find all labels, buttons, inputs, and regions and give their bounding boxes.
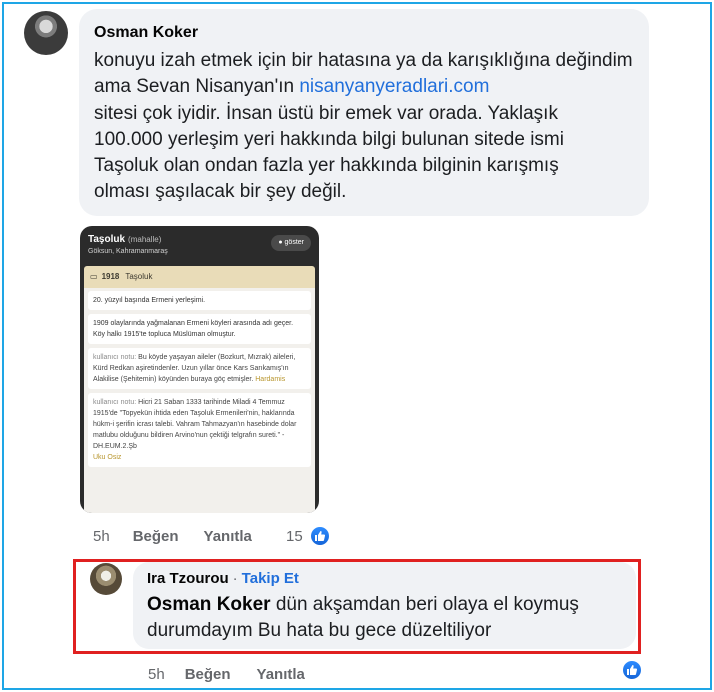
reply-text: Osman Koker dün akşamdan beri olaya el k… [147,592,624,644]
shot-year: 1918 [101,272,120,281]
reply-header: Ira Tzourou · Takip Et [147,569,624,589]
note-author: Uku Osiz [93,454,122,461]
shot-card: 1909 olaylarında yağmalanan Ermeni köyle… [88,314,311,344]
shot-title-tag: (mahalle) [128,235,162,244]
mention-link[interactable]: Osman Koker [147,594,271,615]
comment-actions: 5h Beğen Yanıtla [93,528,252,545]
note-author: Hardamis [255,376,286,383]
comment-bubble-osman: Osman Koker konuyu izah etmek için bir h… [79,9,649,216]
shot-year-name: Taşoluk [125,272,153,281]
shot-user-note: kullanıcı notu: Bu köyde yaşayan aileler… [88,348,311,389]
shot-title-text: Taşoluk [88,234,126,245]
note-label: kullanıcı notu: [93,354,137,361]
shot-show-label: göster [284,239,304,246]
book-icon: ▭ [90,272,98,281]
separator-dot: · [232,570,238,587]
comment-timestamp[interactable]: 5h [93,528,110,545]
reply-timestamp[interactable]: 5h [148,666,165,683]
reply-button[interactable]: Yanıtla [204,528,252,545]
like-reaction-icon[interactable] [621,659,643,681]
follow-button[interactable]: Takip Et [242,570,299,587]
reply-actions: 5h Beğen Yanıtla [148,666,305,683]
shot-body: 20. yüzyıl başında Ermeni yerleşimi. 190… [84,288,315,513]
shot-header: Taşoluk (mahalle) Göksun, Kahramanmaraş ●… [80,226,319,266]
like-reaction-icon[interactable] [309,525,331,547]
attached-screenshot[interactable]: Taşoluk (mahalle) Göksun, Kahramanmaraş ●… [80,226,319,513]
reply-author[interactable]: Ira Tzourou [147,570,229,587]
like-button[interactable]: Beğen [185,666,231,683]
avatar-ira-tzourou[interactable] [90,563,122,595]
reply-button[interactable]: Yanıtla [257,666,305,683]
reaction-count[interactable]: 15 [286,528,303,545]
comment-text: konuyu izah etmek için bir hatasına ya d… [94,48,634,206]
location-pin-icon: ● [278,239,283,246]
shot-show-button: ● göster [271,235,311,251]
reply-bubble-ira: Ira Tzourou · Takip Et Osman Koker dün akş… [133,562,636,649]
note-label: kullanıcı notu: [93,399,137,406]
shot-card: 20. yüzyıl başında Ermeni yerleşimi. [88,291,311,310]
comment-author[interactable]: Osman Koker [94,22,634,44]
shot-year-row: ▭ 1918 Taşoluk [84,266,315,288]
avatar-osman-koker[interactable] [24,11,68,55]
like-button[interactable]: Beğen [133,528,179,545]
website-link[interactable]: nisanyanyeradlari.com [299,76,489,97]
shot-user-note: kullanıcı notu: Hicri 21 Saban 1333 tari… [88,393,311,467]
note-text: Hicri 21 Saban 1333 tarihinde Miladi 4 T… [93,399,297,450]
comment-text-part-2: sitesi çok iyidir. İnsan üstü bir emek v… [94,102,564,203]
